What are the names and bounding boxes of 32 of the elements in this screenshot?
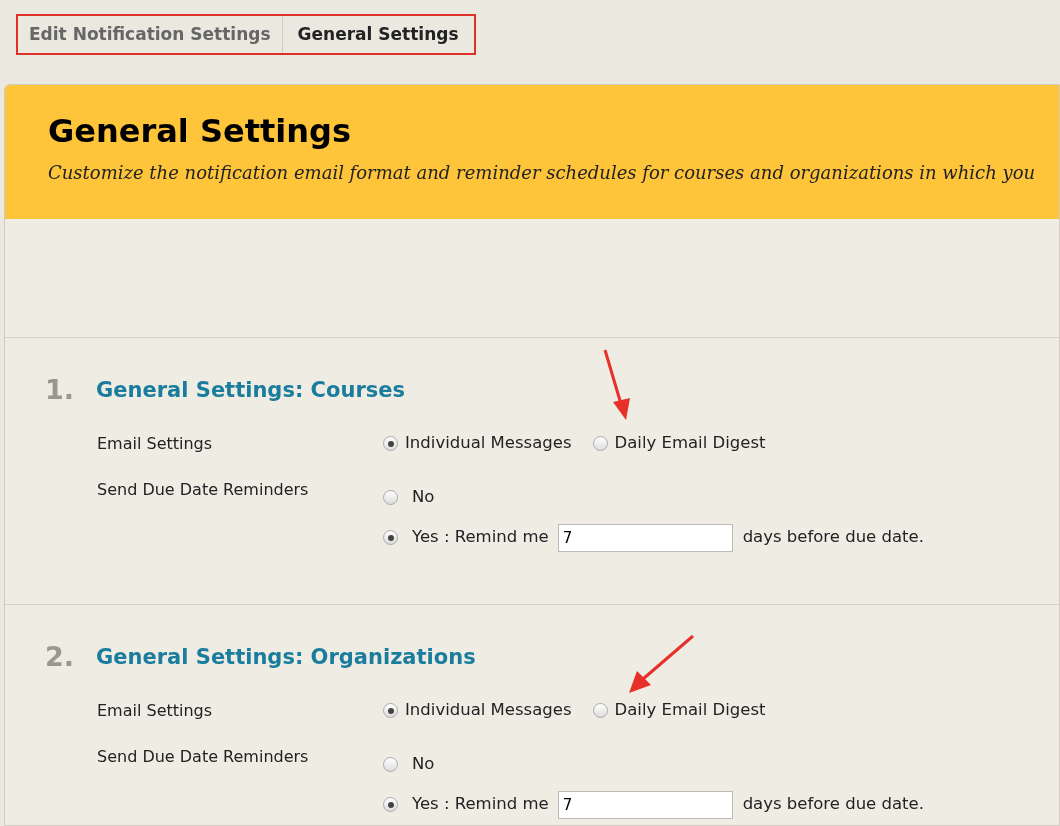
field-label: Send Due Date Reminders	[97, 745, 310, 768]
field-label: Send Due Date Reminders	[97, 478, 310, 501]
field-label: Email Settings	[97, 432, 214, 455]
radio-button[interactable]	[383, 703, 398, 718]
option-label: Yes : Remind me	[412, 793, 549, 816]
radio-button[interactable]	[383, 757, 398, 772]
section-number: 2.	[45, 640, 75, 674]
radio-button[interactable]	[592, 703, 608, 718]
section-title: General Settings: Organizations	[96, 643, 476, 671]
days-input[interactable]: 7	[557, 790, 733, 819]
page-title: General Settings	[48, 111, 351, 151]
option-label: Individual Messages	[405, 699, 572, 722]
breadcrumb-link[interactable]: General Settings	[281, 16, 474, 53]
radio-button[interactable]	[383, 490, 398, 505]
field-label: Email Settings	[97, 699, 214, 722]
days-input[interactable]: 7	[557, 523, 733, 552]
section-number: 1.	[45, 373, 75, 407]
radio-button[interactable]	[383, 797, 398, 812]
page-description: Customize the notification email format and reminder schedules for courses and organizations in which you	[48, 161, 1036, 185]
radio-button[interactable]	[383, 530, 398, 545]
breadcrumb-link[interactable]: Edit Notification Settings	[18, 16, 282, 53]
option-label: No	[412, 486, 435, 509]
option-label: Yes : Remind me	[412, 526, 549, 549]
option-label: Daily Email Digest	[614, 699, 766, 722]
option-label: Daily Email Digest	[614, 432, 766, 455]
option-label: Individual Messages	[405, 432, 572, 455]
radio-button[interactable]	[383, 436, 398, 451]
field-suffix: days before due date.	[742, 793, 924, 816]
field-suffix: days before due date.	[742, 526, 924, 549]
option-label: No	[412, 753, 435, 776]
radio-button[interactable]	[592, 436, 608, 451]
section-title: General Settings: Courses	[96, 376, 405, 404]
